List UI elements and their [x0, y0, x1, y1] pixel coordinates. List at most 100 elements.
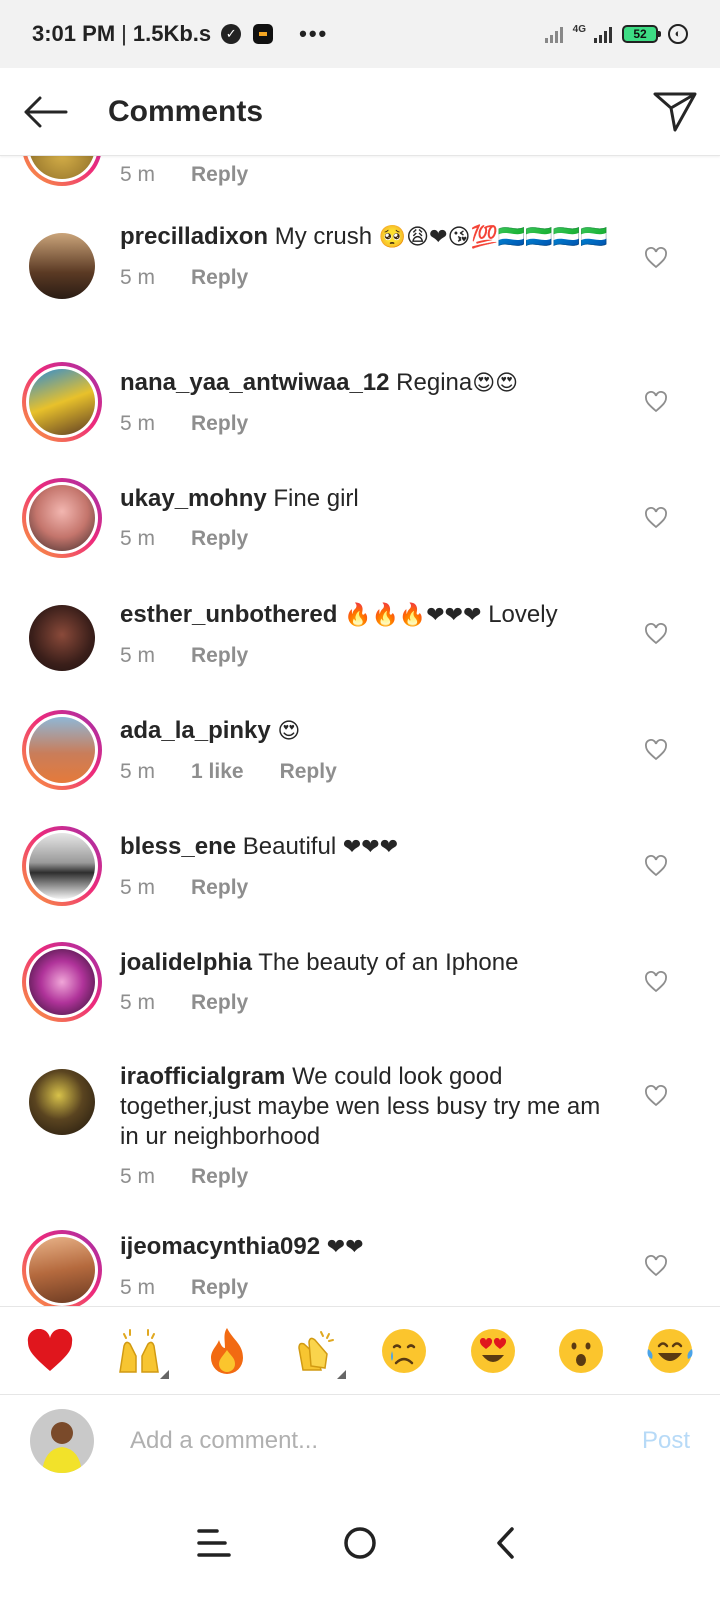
comment-emojis: 🔥🔥🔥❤❤❤ — [344, 603, 482, 628]
comment-username[interactable]: ijeomacynthia092 — [120, 1233, 320, 1260]
reaction-crying[interactable] — [374, 1321, 434, 1381]
comment-partial: 5 m Reply — [0, 156, 720, 186]
reply-button[interactable]: Reply — [191, 160, 248, 190]
reply-button[interactable]: Reply — [280, 757, 337, 787]
share-button[interactable] — [630, 68, 720, 156]
reaction-surprised[interactable] — [551, 1321, 611, 1381]
current-user-avatar — [30, 1408, 94, 1473]
status-bar: 3:01 PM | 1.5Kb.s ✓ ••• 4G 52 ◐ — [0, 0, 720, 68]
like-heart-button[interactable] — [642, 620, 670, 648]
like-heart-button[interactable] — [642, 244, 670, 272]
network-speed: 1.5Kb.s — [132, 21, 212, 46]
comment-emojis: 😍 — [277, 719, 301, 744]
status-right: 4G 52 ◐ — [544, 24, 688, 44]
tears-of-joy-icon — [647, 1328, 693, 1373]
comment-composer: Post — [0, 1394, 720, 1486]
avatar[interactable] — [22, 598, 102, 678]
reply-button[interactable]: Reply — [191, 409, 248, 439]
reaction-fire[interactable] — [197, 1321, 257, 1381]
like-heart-button[interactable] — [642, 388, 670, 416]
avatar[interactable] — [22, 156, 102, 186]
like-heart-button[interactable] — [642, 1082, 670, 1110]
data-saver-icon: ◐ — [668, 24, 688, 44]
avatar[interactable] — [22, 1230, 102, 1310]
fire-icon — [211, 1327, 244, 1374]
comment-time: 5 m — [120, 876, 156, 899]
comment-time: 5 m — [120, 991, 156, 1014]
like-heart-button[interactable] — [642, 968, 670, 996]
battery-icon: 52 — [622, 25, 661, 43]
system-back-button[interactable] — [433, 1503, 579, 1583]
reply-button[interactable]: Reply — [191, 1273, 248, 1303]
comment-time: 5 m — [120, 1276, 156, 1299]
check-icon: ✓ — [221, 24, 242, 44]
reaction-clapping-hands[interactable] — [286, 1321, 346, 1381]
avatar[interactable] — [22, 226, 102, 306]
post-button[interactable]: Post — [642, 1427, 690, 1455]
home-circle-icon — [344, 1527, 376, 1559]
page-title: Comments — [108, 94, 264, 128]
avatar[interactable] — [22, 942, 102, 1022]
like-heart-button[interactable] — [642, 852, 670, 880]
app-notification-icon — [253, 24, 274, 44]
comment-time: 5 m — [120, 163, 156, 186]
comment-emojis: 😍😍 — [472, 371, 519, 396]
heart-outline-icon — [645, 623, 667, 645]
reply-button[interactable]: Reply — [191, 988, 248, 1018]
heart-outline-icon — [645, 1255, 667, 1277]
avatar[interactable] — [22, 710, 102, 790]
system-navigation-bar — [0, 1486, 720, 1600]
like-heart-button[interactable] — [642, 1252, 670, 1280]
comment-text: Beautiful — [242, 833, 337, 860]
reaction-raised-hands[interactable] — [109, 1321, 169, 1381]
comment-text: Lovely — [488, 601, 558, 628]
comment-username[interactable]: nana_yaa_antwiwaa_12 — [120, 369, 390, 396]
comment-time: 5 m — [120, 760, 156, 783]
signal-icon-1 — [544, 25, 563, 43]
comment-username[interactable]: ada_la_pinky — [120, 717, 271, 744]
reply-button[interactable]: Reply — [191, 524, 248, 554]
comment-username[interactable]: ukay_mohny — [120, 485, 267, 512]
back-arrow-icon — [24, 96, 68, 127]
comment-text: The beauty of an Iphone — [258, 949, 519, 976]
user-photo-icon — [30, 1408, 94, 1473]
reaction-heart[interactable] — [20, 1321, 80, 1381]
surprised-face-icon — [559, 1328, 604, 1373]
recent-apps-button[interactable] — [141, 1503, 287, 1583]
skin-tone-caret-icon — [159, 1369, 169, 1379]
avatar[interactable] — [22, 362, 102, 442]
comment-username[interactable]: joalidelphia — [120, 949, 252, 976]
like-heart-button[interactable] — [642, 736, 670, 764]
heart-outline-icon — [645, 507, 667, 529]
comment-input[interactable] — [130, 1426, 600, 1455]
comment-emojis: ❤❤❤ — [342, 835, 399, 860]
crying-face-icon — [382, 1328, 427, 1373]
avatar[interactable] — [22, 478, 102, 558]
back-button[interactable] — [0, 68, 90, 156]
comment-time: 5 m — [120, 412, 156, 435]
avatar[interactable] — [22, 1062, 102, 1142]
comment-username[interactable]: iraofficialgram — [120, 1063, 285, 1090]
comment-username[interactable]: esther_unbothered — [120, 601, 337, 628]
reply-button[interactable]: Reply — [191, 263, 248, 293]
send-icon — [653, 92, 697, 131]
comment-text: My crush — [274, 223, 373, 250]
skin-tone-caret-icon — [336, 1369, 346, 1379]
comment-username[interactable]: bless_ene — [120, 833, 236, 860]
comment-time: 5 m — [120, 266, 156, 289]
comment-username[interactable]: precilladixon — [120, 223, 268, 250]
heart-outline-icon — [645, 739, 667, 761]
like-heart-button[interactable] — [642, 504, 670, 532]
reply-button[interactable]: Reply — [191, 641, 248, 671]
reaction-heart-eyes[interactable] — [463, 1321, 523, 1381]
reply-button[interactable]: Reply — [191, 873, 248, 903]
avatar[interactable] — [22, 826, 102, 906]
heart-outline-icon — [645, 391, 667, 413]
likes-count[interactable]: 1 like — [191, 757, 244, 787]
reply-button[interactable]: Reply — [191, 1162, 248, 1192]
reaction-tears-of-joy[interactable] — [640, 1321, 700, 1381]
chevron-left-icon — [497, 1527, 514, 1559]
home-button[interactable] — [287, 1503, 433, 1583]
comments-list[interactable]: 5 m Reply precilladixon My crush 🥺😩❤😘💯🇸🇱… — [0, 156, 720, 1332]
comment-emojis: 🥺😩❤😘💯🇸🇱🇸🇱🇸🇱🇸🇱 — [378, 225, 608, 250]
